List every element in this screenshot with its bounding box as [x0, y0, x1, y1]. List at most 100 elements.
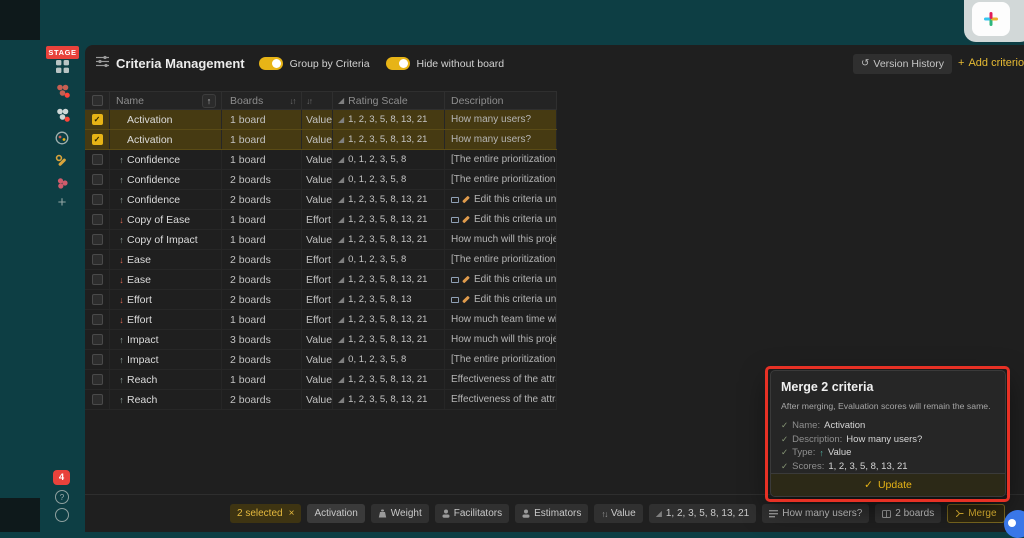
group-by-criteria-label: Group by Criteria: [290, 58, 370, 70]
activation-chip[interactable]: Activation: [307, 504, 364, 523]
chart-icon: ◢: [338, 375, 344, 384]
row-checkbox[interactable]: [92, 194, 103, 205]
table-row[interactable]: Activation 1 board Value ◢ 1, 2, 3, 5, 8…: [85, 130, 557, 150]
row-checkbox[interactable]: [92, 354, 103, 365]
description-text: Edit this criteria und...: [474, 194, 557, 205]
table-row[interactable]: ↓ Effort 2 boards Effort ◢ 1, 2, 3, 5, 8…: [85, 290, 557, 310]
row-checkbox[interactable]: [92, 394, 103, 405]
check-icon: ✓: [781, 434, 788, 445]
description-text: Edit this criteria und...: [474, 274, 557, 285]
weight-chip[interactable]: Weight: [371, 504, 429, 523]
notification-badge[interactable]: 4: [53, 470, 70, 485]
row-checkbox[interactable]: [92, 134, 103, 145]
value-type-chip[interactable]: ↑↓ Value: [594, 504, 642, 523]
rating-scale-chip[interactable]: ◢ 1, 2, 3, 5, 8, 13, 21: [649, 504, 757, 523]
table-row[interactable]: ↑ Confidence 2 boards Value ◢ 1, 2, 3, 5…: [85, 190, 557, 210]
type-direction-icon: ↑: [116, 235, 127, 245]
version-history-button[interactable]: ↺ Version History: [853, 54, 952, 74]
column-header-name[interactable]: Name ↑: [110, 92, 222, 109]
select-all-checkbox[interactable]: [92, 95, 103, 106]
row-checkbox[interactable]: [92, 114, 103, 125]
description-chip[interactable]: How many users?: [762, 504, 869, 523]
boards-count: 1 board: [230, 114, 266, 126]
screenshot-tool-overlay: [964, 0, 1024, 42]
row-checkbox[interactable]: [92, 274, 103, 285]
sort-ascending-icon[interactable]: ↑: [202, 94, 216, 108]
row-checkbox[interactable]: [92, 154, 103, 165]
selection-toolbar: 2 selected × Activation Weight Facilitat…: [85, 494, 1024, 532]
criterion-type: Value: [306, 374, 332, 386]
merge-button[interactable]: Merge: [947, 504, 1004, 523]
value-up-arrow-icon: ↑: [819, 448, 824, 458]
description-text: Effectiveness of the attra...: [451, 374, 557, 385]
row-checkbox[interactable]: [92, 314, 103, 325]
merge-dialog: Merge 2 criteria After merging, Evaluati…: [770, 370, 1006, 497]
table-row[interactable]: ↑ Copy of Impact 1 board Value ◢ 1, 2, 3…: [85, 230, 557, 250]
rating-scale-values: 1, 2, 3, 5, 8, 13, 21: [348, 314, 427, 325]
rating-scale-values: 1, 2, 3, 5, 8, 13, 21: [348, 374, 427, 385]
table-row[interactable]: Activation 1 board Value ◢ 1, 2, 3, 5, 8…: [85, 110, 557, 130]
table-header: Name ↑ Boards ↓↑ ↓↑ ◢ Rating Scale Descr…: [85, 91, 557, 110]
boards-chip[interactable]: 2 boards: [875, 504, 941, 523]
sort-icons[interactable]: ↓↑: [290, 96, 296, 106]
chart-icon: ◢: [338, 355, 344, 364]
table-row[interactable]: ↑ Confidence 2 boards Value ◢ 0, 1, 2, 3…: [85, 170, 557, 190]
chart-icon: ◢: [338, 195, 344, 204]
table-row[interactable]: ↓ Ease 2 boards Effort ◢ 0, 1, 2, 3, 5, …: [85, 250, 557, 270]
criterion-name: Effort: [127, 314, 152, 326]
criterion-name: Copy of Ease: [127, 214, 190, 226]
group-by-criteria-toggle[interactable]: [259, 57, 283, 70]
type-sort-icon[interactable]: ↓↑: [306, 96, 312, 106]
help-icon[interactable]: ?: [44, 490, 80, 504]
table-row[interactable]: ↓ Ease 2 boards Effort ◢ 1, 2, 3, 5, 8, …: [85, 270, 557, 290]
feedback-face-icon[interactable]: [44, 508, 80, 522]
table-body: Activation 1 board Value ◢ 1, 2, 3, 5, 8…: [85, 110, 557, 410]
selected-count-chip[interactable]: 2 selected ×: [230, 504, 301, 523]
clear-selection-icon[interactable]: ×: [289, 508, 295, 519]
table-row[interactable]: ↑ Impact 2 boards Value ◢ 0, 1, 2, 3, 5,…: [85, 350, 557, 370]
row-checkbox[interactable]: [92, 254, 103, 265]
description-text: [The entire prioritization ...: [451, 174, 557, 185]
row-checkbox[interactable]: [92, 374, 103, 385]
criterion-name: Impact: [127, 334, 159, 346]
row-checkbox[interactable]: [92, 214, 103, 225]
row-checkbox[interactable]: [92, 294, 103, 305]
row-checkbox[interactable]: [92, 174, 103, 185]
apps-grid-icon[interactable]: [44, 60, 80, 73]
rating-scale-values: 1, 2, 3, 5, 8, 13, 21: [348, 234, 427, 245]
add-workspace-icon[interactable]: +: [44, 196, 80, 210]
update-button[interactable]: ✓ Update: [771, 473, 1005, 496]
type-direction-icon: ↑: [116, 395, 127, 405]
table-row[interactable]: ↓ Effort 1 board Effort ◢ 1, 2, 3, 5, 8,…: [85, 310, 557, 330]
add-criterion-button[interactable]: + Add criterion: [958, 57, 1024, 69]
column-header-boards[interactable]: Boards ↓↑: [222, 92, 302, 109]
table-row[interactable]: ↑ Reach 1 board Value ◢ 1, 2, 3, 5, 8, 1…: [85, 370, 557, 390]
row-checkbox[interactable]: [92, 234, 103, 245]
column-header-type[interactable]: ↓↑: [302, 92, 333, 109]
row-checkbox[interactable]: [92, 334, 103, 345]
facilitators-chip[interactable]: Facilitators: [435, 504, 509, 523]
table-row[interactable]: ↑ Reach 2 boards Value ◢ 1, 2, 3, 5, 8, …: [85, 390, 557, 410]
column-header-description[interactable]: Description: [445, 92, 557, 109]
boards-count: 1 board: [230, 154, 266, 166]
workspace-light-icon[interactable]: [44, 107, 80, 122]
workspace-red-icon[interactable]: [44, 83, 80, 98]
table-row[interactable]: ↓ Copy of Ease 1 board Effort ◢ 1, 2, 3,…: [85, 210, 557, 230]
rating-scale-values: 1, 2, 3, 5, 8, 13: [348, 294, 411, 305]
check-icon: ✓: [781, 420, 788, 431]
boards-count: 2 boards: [230, 174, 271, 186]
criterion-type: Effort: [306, 214, 331, 226]
hide-without-board-toggle[interactable]: [386, 57, 410, 70]
type-direction-icon: ↑: [116, 195, 127, 205]
workspace-globe-icon[interactable]: [44, 131, 80, 145]
type-direction-icon: ↓: [116, 315, 127, 325]
workspace-berries-icon[interactable]: [44, 177, 80, 190]
chart-icon: ◢: [338, 135, 344, 144]
description-text: How many users?: [451, 114, 531, 125]
table-row[interactable]: ↑ Confidence 1 board Value ◢ 0, 1, 2, 3,…: [85, 150, 557, 170]
table-row[interactable]: ↑ Impact 3 boards Value ◢ 1, 2, 3, 5, 8,…: [85, 330, 557, 350]
estimators-chip[interactable]: Estimators: [515, 504, 588, 523]
settings-wrench-icon[interactable]: [44, 154, 80, 168]
boards-count: 2 boards: [230, 274, 271, 286]
column-header-rating-scale[interactable]: ◢ Rating Scale: [333, 92, 445, 109]
